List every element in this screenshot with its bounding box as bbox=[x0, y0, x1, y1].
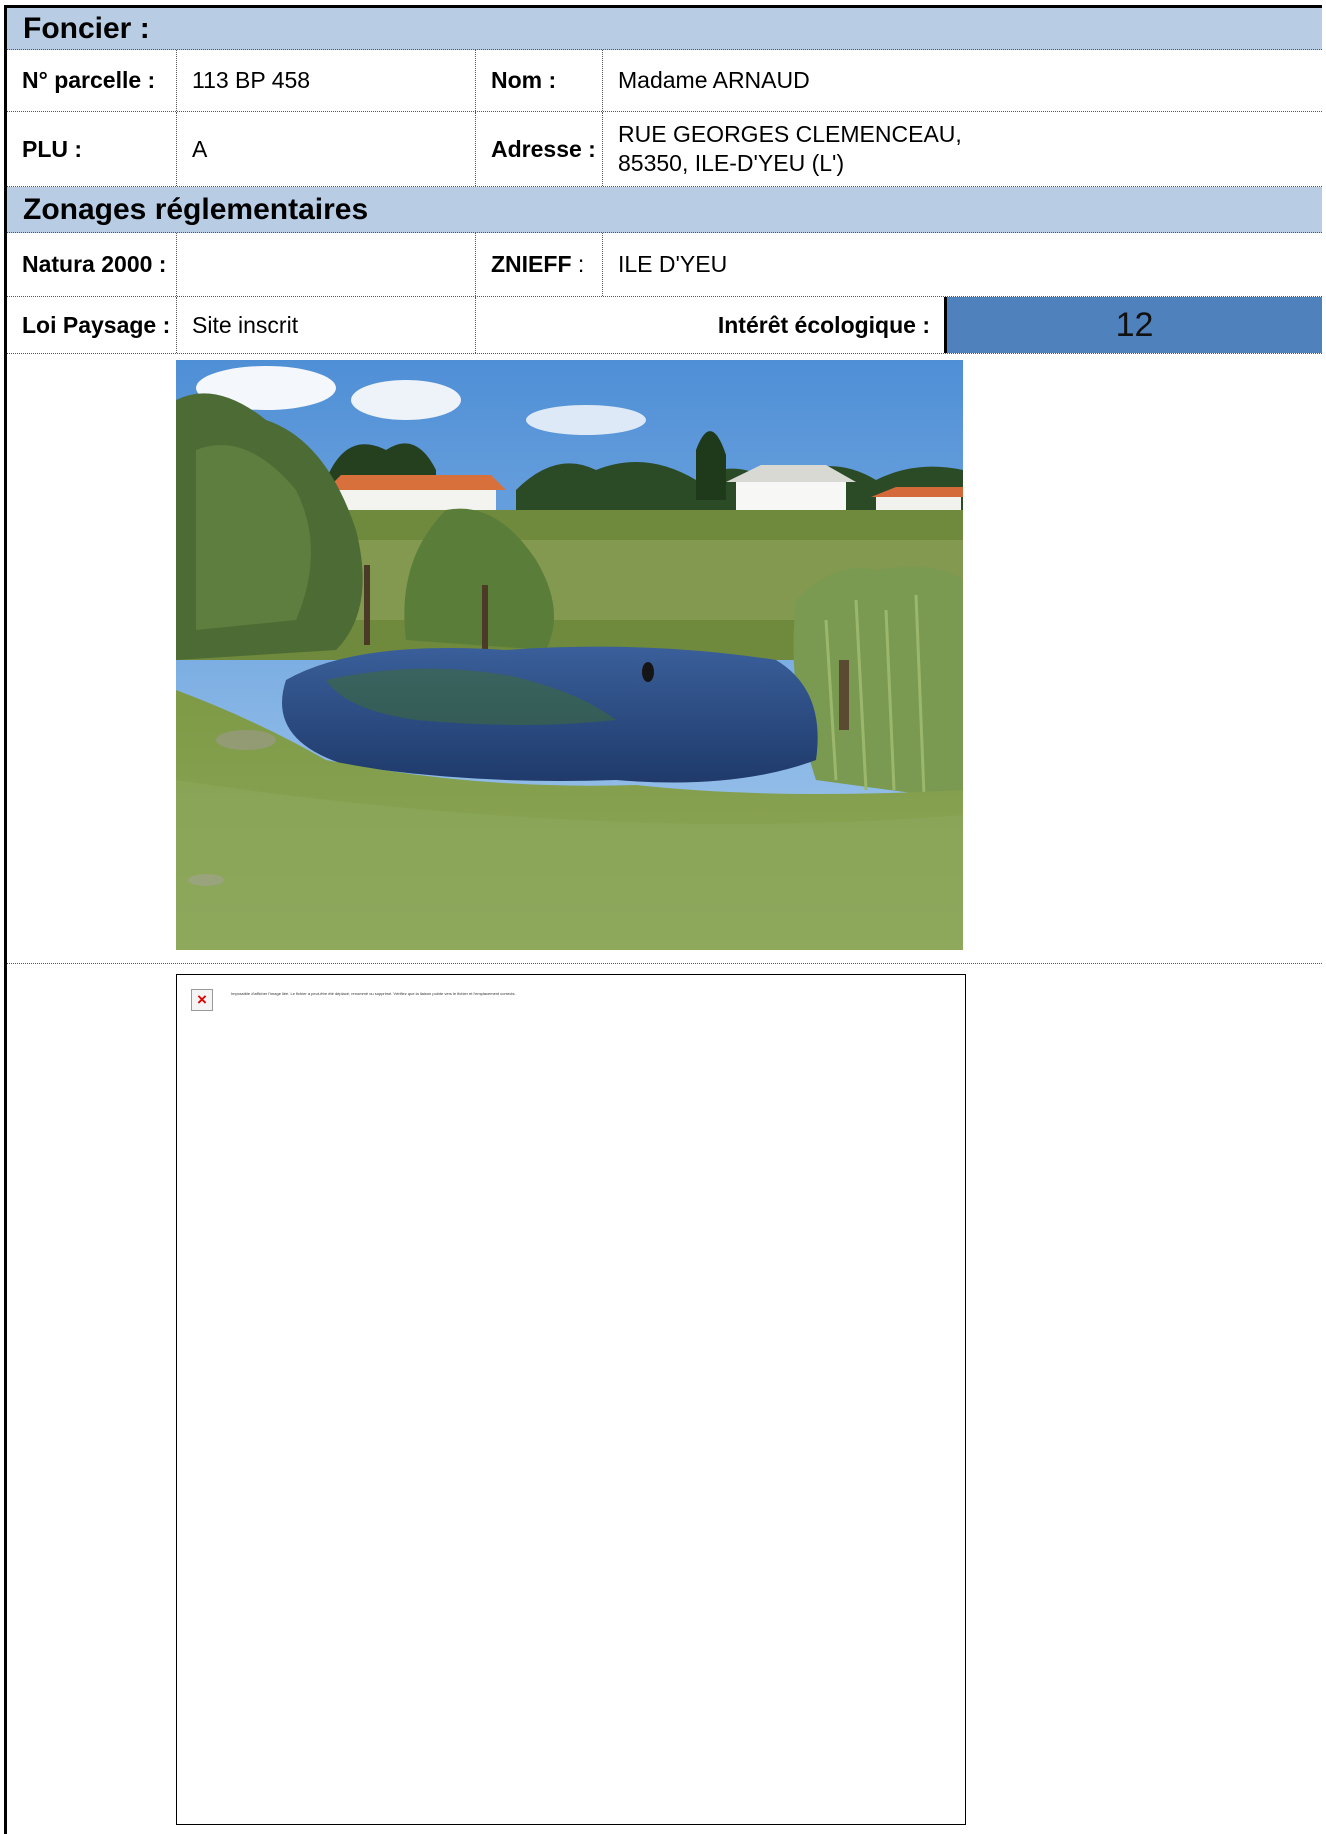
broken-image-icon: × bbox=[191, 989, 213, 1011]
adresse-label: Adresse : bbox=[475, 112, 602, 186]
adresse-line-2: 85350, ILE-D'YEU (L') bbox=[618, 150, 845, 176]
znieff-value: ILE D'YEU bbox=[602, 233, 1322, 296]
foncier-title: Foncier : bbox=[23, 11, 150, 45]
loi-paysage-label: Loi Paysage : bbox=[22, 311, 171, 338]
landscape-photo bbox=[176, 360, 963, 950]
photo-separator bbox=[7, 963, 1322, 964]
adresse-line-1: RUE GEORGES CLEMENCEAU, bbox=[618, 121, 962, 148]
plu-label: PLU : bbox=[22, 135, 83, 162]
zonages-title: Zonages réglementaires bbox=[23, 192, 369, 226]
plu-value: A bbox=[176, 112, 475, 186]
site-photo bbox=[176, 360, 963, 950]
parcelle-label: N° parcelle : bbox=[22, 67, 156, 94]
site-record-sheet: Foncier : N° parcelle : 113 BP 458 Nom :… bbox=[4, 5, 1322, 1834]
interet-ecologique-label: Intérêt écologique : bbox=[475, 297, 944, 353]
nom-value: Madame ARNAUD bbox=[602, 50, 1322, 111]
plu-row: PLU : A Adresse : RUE GEORGES CLEMENCEAU… bbox=[7, 112, 1322, 187]
natura-row: Natura 2000 : ZNIEFF : ILE D'YEU bbox=[7, 233, 1322, 297]
natura-value bbox=[176, 233, 475, 296]
foncier-section-header: Foncier : bbox=[7, 8, 1322, 50]
znieff-label-cell: ZNIEFF : bbox=[475, 233, 602, 296]
parcelle-value: 113 BP 458 bbox=[176, 50, 475, 111]
adresse-value: RUE GEORGES CLEMENCEAU, 85350, ILE-D'YEU… bbox=[602, 112, 1322, 186]
interet-ecologique-score: 12 bbox=[944, 297, 1322, 353]
broken-image-frame: × Impossible d'afficher l'image liée. Le… bbox=[176, 974, 966, 1825]
nom-label: Nom : bbox=[475, 50, 602, 111]
loi-paysage-row: Loi Paysage : Site inscrit Intérêt écolo… bbox=[7, 297, 1322, 354]
parcelle-row: N° parcelle : 113 BP 458 Nom : Madame AR… bbox=[7, 50, 1322, 112]
broken-image-message: Impossible d'afficher l'image liée. Le f… bbox=[231, 991, 516, 996]
znieff-label: ZNIEFF bbox=[491, 251, 572, 278]
znieff-colon: : bbox=[571, 251, 585, 278]
natura-label: Natura 2000 : bbox=[22, 251, 167, 278]
loi-paysage-value: Site inscrit bbox=[176, 297, 475, 353]
zonages-section-header: Zonages réglementaires bbox=[7, 187, 1322, 233]
